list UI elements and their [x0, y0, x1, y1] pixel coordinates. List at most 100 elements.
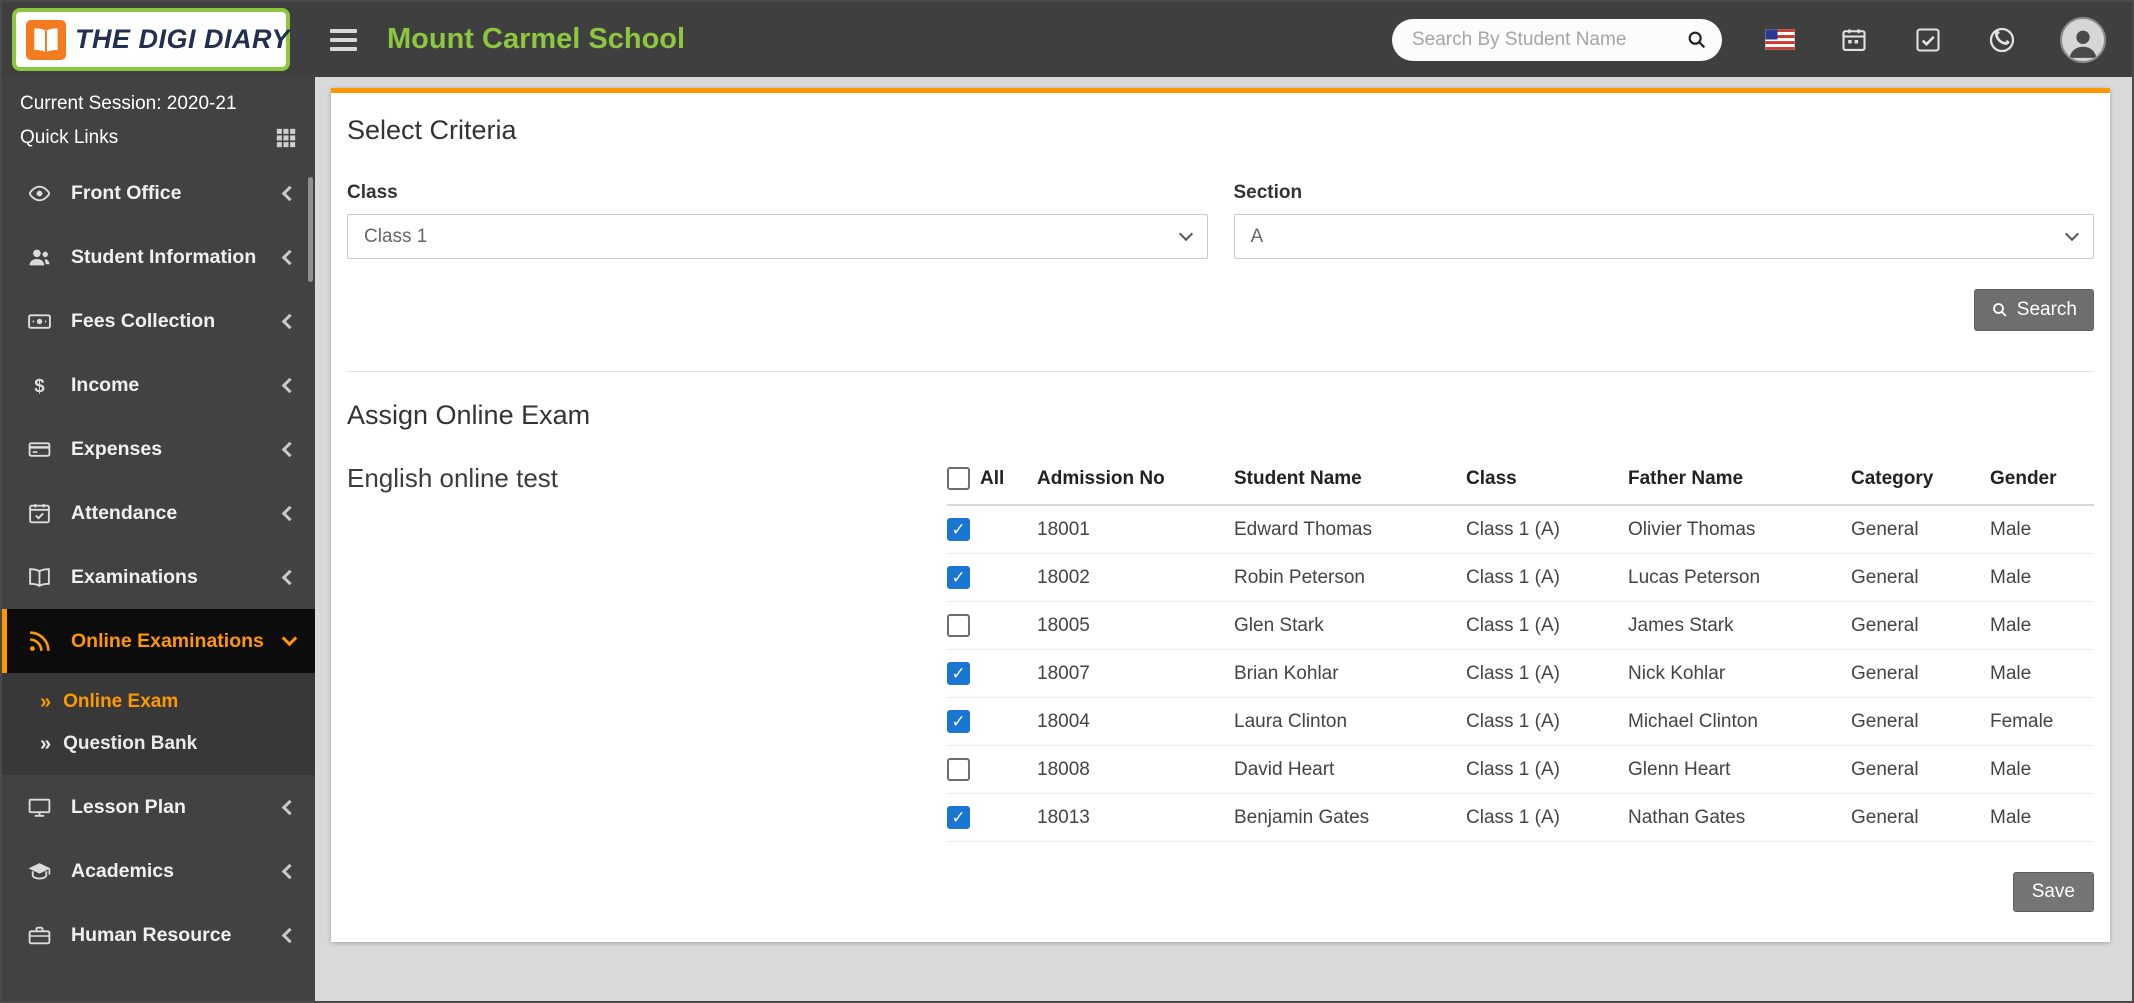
cell-class: Class 1 (A)	[1466, 554, 1628, 602]
chevron-left-icon	[282, 313, 298, 329]
lesson-plan-icon	[26, 794, 53, 821]
cell-father-name: Nick Kohlar	[1628, 650, 1851, 698]
chevron-left-icon	[282, 863, 298, 879]
cell-student-name: Benjamin Gates	[1234, 794, 1466, 842]
chevron-left-icon	[282, 377, 298, 393]
cell-admission-no: 18007	[1037, 650, 1234, 698]
menu-toggle-button[interactable]	[330, 29, 357, 51]
task-check-icon[interactable]	[1912, 24, 1944, 56]
chevron-down-icon	[2065, 227, 2079, 241]
header-father-name: Father Name	[1628, 459, 1851, 505]
search-icon[interactable]	[1680, 23, 1714, 57]
content-card: Select Criteria Class Class 1 Section A	[331, 88, 2110, 942]
section-select-value: A	[1251, 226, 1264, 248]
quick-links-label: Quick Links	[20, 127, 118, 149]
top-header: THE DIGI DIARY Mount Carmel School	[2, 2, 2132, 77]
save-row: Save	[947, 872, 2094, 912]
chevron-down-icon	[1178, 227, 1192, 241]
sidebar-item-label: Online Examinations	[71, 630, 264, 653]
quick-links[interactable]: Quick Links	[2, 119, 315, 161]
school-name: Mount Carmel School	[387, 23, 685, 56]
cell-class: Class 1 (A)	[1466, 794, 1628, 842]
sidebar-item-fees-collection[interactable]: Fees Collection	[2, 289, 315, 353]
cell-admission-no: 18008	[1037, 746, 1234, 794]
row-checkbox[interactable]: ✓	[947, 566, 970, 589]
header-gender: Gender	[1990, 459, 2094, 505]
income-icon: $	[26, 372, 53, 399]
assign-online-exam-title: Assign Online Exam	[347, 400, 2094, 431]
row-checkbox[interactable]	[947, 614, 970, 637]
select-all-checkbox[interactable]	[947, 467, 970, 490]
save-button[interactable]: Save	[2013, 872, 2094, 912]
header-student-name: Student Name	[1234, 459, 1466, 505]
table-row: ✓ 18002 Robin Peterson Class 1 (A) Lucas…	[947, 554, 2094, 602]
sidebar-subitem-online-exam[interactable]: »Online Exam	[2, 681, 315, 723]
sidebar-subitem-label: Online Exam	[63, 691, 178, 713]
sidebar-subitem-question-bank[interactable]: »Question Bank	[2, 723, 315, 765]
sidebar-submenu: »Online Exam»Question Bank	[2, 673, 315, 775]
cell-category: General	[1851, 554, 1990, 602]
sidebar-item-front-office[interactable]: Front Office	[2, 161, 315, 225]
sidebar-item-attendance[interactable]: Attendance	[2, 481, 315, 545]
row-checkbox[interactable]: ✓	[947, 710, 970, 733]
row-checkbox[interactable]	[947, 758, 970, 781]
header-admission-no: Admission No	[1037, 459, 1234, 505]
cell-category: General	[1851, 698, 1990, 746]
attendance-icon	[26, 500, 53, 527]
sidebar-item-academics[interactable]: Academics	[2, 839, 315, 903]
cell-category: General	[1851, 794, 1990, 842]
chevron-left-icon	[282, 927, 298, 943]
whatsapp-icon[interactable]	[1986, 24, 2018, 56]
student-search-input[interactable]	[1412, 29, 1680, 51]
sidebar-scrollbar-thumb[interactable]	[308, 177, 313, 282]
cell-category: General	[1851, 505, 1990, 554]
cell-student-name: David Heart	[1234, 746, 1466, 794]
header-class: Class	[1466, 459, 1628, 505]
fees-collection-icon	[26, 308, 53, 335]
calendar-icon[interactable]	[1838, 24, 1870, 56]
grid-icon	[275, 127, 297, 149]
cell-gender: Male	[1990, 602, 2094, 650]
criteria-form: Class Class 1 Section A	[347, 182, 2094, 259]
cell-gender: Male	[1990, 505, 2094, 554]
session-label: Current Session: 2020-21	[2, 77, 315, 119]
sidebar-item-label: Human Resource	[71, 924, 231, 947]
sidebar-item-examinations[interactable]: Examinations	[2, 545, 315, 609]
chevron-left-icon	[282, 441, 298, 457]
language-flag-icon[interactable]	[1764, 24, 1796, 56]
section-select[interactable]: A	[1234, 214, 2095, 259]
cell-class: Class 1 (A)	[1466, 602, 1628, 650]
table-row: 18005 Glen Stark Class 1 (A) James Stark…	[947, 602, 2094, 650]
header-category: Category	[1851, 459, 1990, 505]
row-checkbox[interactable]: ✓	[947, 518, 970, 541]
sidebar-item-label: Lesson Plan	[71, 796, 186, 819]
students-table-wrap: All Admission No Student Name Class Fath…	[947, 459, 2094, 912]
sidebar-item-income[interactable]: $Income	[2, 353, 315, 417]
sidebar-item-online-examinations[interactable]: Online Examinations	[2, 609, 315, 673]
sidebar-item-expenses[interactable]: Expenses	[2, 417, 315, 481]
cell-gender: Female	[1990, 698, 2094, 746]
cell-gender: Male	[1990, 650, 2094, 698]
cell-student-name: Brian Kohlar	[1234, 650, 1466, 698]
search-button[interactable]: Search	[1974, 289, 2094, 331]
sidebar-item-human-resource[interactable]: Human Resource	[2, 903, 315, 967]
sidebar-item-student-information[interactable]: Student Information	[2, 225, 315, 289]
class-select[interactable]: Class 1	[347, 214, 1208, 259]
assign-exam-body: English online test All	[347, 459, 2094, 912]
row-checkbox[interactable]: ✓	[947, 806, 970, 829]
header-actions	[1392, 17, 2132, 63]
row-checkbox[interactable]: ✓	[947, 662, 970, 685]
app-logo[interactable]: THE DIGI DIARY	[12, 8, 290, 71]
sidebar-subitem-label: Question Bank	[63, 733, 197, 755]
cell-father-name: James Stark	[1628, 602, 1851, 650]
cell-class: Class 1 (A)	[1466, 698, 1628, 746]
sidebar-item-lesson-plan[interactable]: Lesson Plan	[2, 775, 315, 839]
human-resource-icon	[26, 922, 53, 949]
cell-student-name: Robin Peterson	[1234, 554, 1466, 602]
class-field: Class Class 1	[347, 182, 1208, 259]
user-avatar[interactable]	[2060, 17, 2106, 63]
class-select-value: Class 1	[364, 226, 427, 248]
search-row: Search	[347, 289, 2094, 331]
section-label: Section	[1234, 182, 2095, 204]
cell-admission-no: 18005	[1037, 602, 1234, 650]
